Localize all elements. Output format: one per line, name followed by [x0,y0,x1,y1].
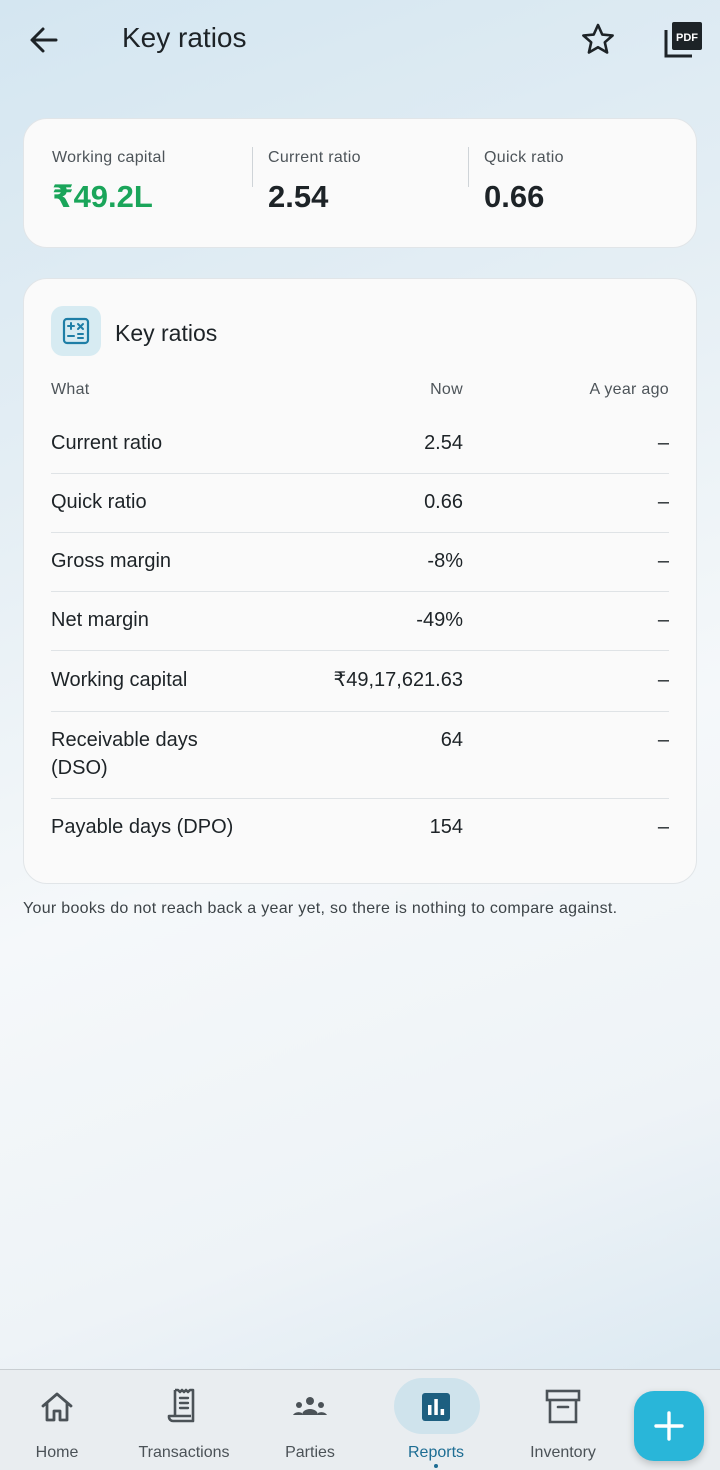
table-row: Quick ratio 0.66 – [51,474,669,533]
row-now-value: -8% [427,550,463,572]
row-label: Payable days (DPO) [51,816,234,838]
nav-item-inventory[interactable]: Inventory [503,1369,623,1469]
row-now-value: 154 [429,816,463,838]
column-header-what: What [51,381,90,398]
table-row: Payable days (DPO) 154 – [51,799,669,857]
pdf-export-icon[interactable]: PDF [662,20,704,60]
receipt-icon [167,1388,195,1423]
nav-label: Inventory [530,1444,596,1461]
row-now-value: ₹49,17,621.63 [333,669,463,691]
row-label: Working capital [51,669,188,691]
home-icon [41,1392,73,1422]
column-header-year-ago: A year ago [589,381,669,398]
page-title: Key ratios [122,22,247,53]
metric-value: 0.66 [484,179,545,214]
metric-working-capital: Working capital ₹49.2L [52,149,166,215]
group-icon [293,1397,327,1415]
row-year-ago-value: – [657,550,669,572]
app-header: Key ratios PDF [0,0,720,80]
nav-label: Transactions [138,1444,230,1461]
column-header-now: Now [430,381,463,398]
table-row: Net margin -49% – [51,592,669,651]
back-arrow-icon[interactable] [24,20,64,60]
row-label: Current ratio [51,432,163,454]
summary-card: Working capital ₹49.2L Current ratio 2.5… [23,118,697,248]
nav-label: Reports [407,1444,465,1461]
calculator-icon [51,306,101,356]
metric-label: Quick ratio [484,149,564,166]
archive-box-icon [545,1389,581,1424]
nav-item-transactions[interactable]: Transactions [124,1369,244,1469]
add-button[interactable] [634,1391,704,1461]
row-year-ago-value: – [657,609,669,631]
svg-text:PDF: PDF [676,32,698,44]
row-now-value: 2.54 [424,432,463,454]
nav-item-home[interactable]: Home [0,1369,117,1469]
table-row: Receivable days (DSO) 64 – [51,712,669,799]
footnote-text: Your books do not reach back a year yet,… [23,900,618,917]
row-label: Net margin [51,609,149,631]
row-year-ago-value: – [657,729,669,751]
card-title: Key ratios [115,320,218,346]
nav-label: Home [35,1444,79,1461]
table-row: Working capital ₹49,17,621.63 – [51,651,669,712]
bar-chart-icon [422,1393,450,1421]
row-now-value: 0.66 [424,491,463,513]
divider [468,147,469,187]
row-label: Gross margin [51,550,172,572]
table-row: Gross margin -8% – [51,533,669,592]
metric-quick-ratio: Quick ratio 0.66 [484,149,564,215]
metric-label: Current ratio [268,149,361,166]
row-label: Quick ratio [51,491,147,513]
active-dot [434,1464,438,1468]
row-now-value: -49% [416,609,463,631]
metric-current-ratio: Current ratio 2.54 [268,149,361,215]
nav-item-reports[interactable]: Reports [376,1369,496,1469]
nav-item-parties[interactable]: Parties [250,1369,370,1469]
row-now-value: 64 [440,729,463,751]
metric-label: Working capital [52,149,166,166]
row-year-ago-value: – [657,669,669,691]
metric-value: 2.54 [268,179,329,214]
metric-value: ₹49.2L [52,179,153,214]
plus-icon [654,1411,684,1441]
key-ratios-card: Key ratios What Now A year ago Current r… [23,278,697,884]
row-year-ago-value: – [657,491,669,513]
table-row: Current ratio 2.54 – [51,417,669,474]
star-icon[interactable] [578,20,618,60]
row-year-ago-value: – [657,432,669,454]
table-header: What Now A year ago [51,381,669,403]
row-label: Receivable days (DSO) [51,729,198,779]
nav-label: Parties [285,1444,335,1461]
divider [252,147,253,187]
row-year-ago-value: – [657,816,669,838]
